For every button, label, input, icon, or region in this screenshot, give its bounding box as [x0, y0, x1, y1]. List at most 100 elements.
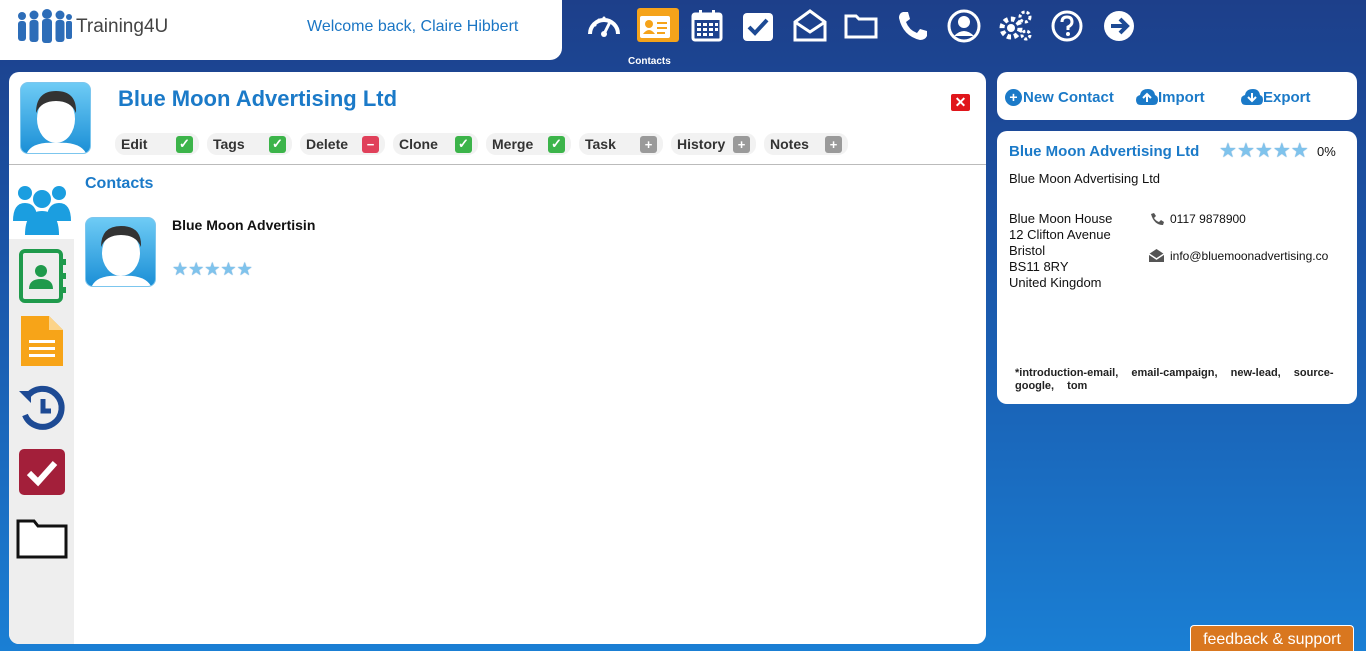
nav-logout[interactable] — [1093, 4, 1145, 48]
nav-contacts[interactable] — [630, 4, 682, 48]
clone-label: Clone — [399, 136, 438, 152]
mail-icon — [793, 9, 827, 42]
star-icon[interactable]: ★ — [1255, 141, 1273, 161]
page-title: Blue Moon Advertising Ltd — [118, 86, 398, 111]
star-icon[interactable]: ★ — [237, 260, 253, 278]
export-button[interactable]: Export — [1241, 89, 1311, 106]
app-logo[interactable]: Training4U — [14, 8, 168, 46]
delete-label: Delete — [306, 136, 349, 152]
star-icon[interactable]: ★ — [220, 260, 236, 278]
folder-icon — [16, 519, 67, 559]
company-avatar — [20, 82, 91, 154]
sidebar-item-history[interactable] — [13, 385, 70, 433]
delete-action[interactable]: Delete − — [300, 133, 385, 155]
check-icon: ✓ — [176, 135, 193, 153]
settings-icon — [999, 10, 1032, 41]
tags-action[interactable]: Tags ✓ — [207, 133, 292, 155]
history-label: History — [677, 136, 726, 152]
completion-percent: 0% — [1317, 144, 1336, 159]
contacts-icon — [640, 16, 671, 38]
import-button[interactable]: Import — [1136, 89, 1205, 106]
star-icon[interactable]: ★ — [188, 260, 204, 278]
export-label: Export — [1263, 89, 1311, 106]
close-button[interactable]: ✕ — [951, 94, 970, 111]
tag[interactable]: email-campaign, — [1131, 367, 1217, 379]
contact-name[interactable]: Blue Moon Advertisin — [172, 217, 324, 233]
sidebar-item-addressbook[interactable] — [13, 249, 70, 303]
app-name: Training4U — [76, 16, 169, 37]
top-nav — [578, 4, 1145, 48]
address-block: Blue Moon House 12 Clifton Avenue Bristo… — [1009, 211, 1112, 291]
contact-avatar — [85, 217, 156, 287]
cloud-download-icon — [1241, 89, 1263, 105]
import-label: Import — [1158, 89, 1205, 106]
divider — [9, 164, 986, 165]
cloud-upload-icon — [1136, 89, 1158, 105]
person-silhouette-icon — [26, 91, 86, 153]
address-line: BS11 8RY — [1009, 259, 1069, 274]
sidebar-item-contacts[interactable] — [9, 165, 74, 239]
nav-dashboard[interactable] — [578, 4, 630, 48]
nav-phone[interactable] — [887, 4, 939, 48]
tag[interactable]: new-lead, — [1231, 367, 1281, 379]
address-line: United Kingdom — [1009, 275, 1102, 290]
people-logo-icon — [18, 9, 72, 43]
header-logo-area: Training4U Welcome back, Claire Hibbert — [0, 0, 562, 60]
company-name: Blue Moon Advertising Ltd — [1009, 171, 1161, 186]
sidebar-item-files[interactable] — [13, 517, 70, 559]
user-icon — [947, 9, 981, 43]
star-icon[interactable]: ★ — [1237, 141, 1255, 161]
detail-title[interactable]: Blue Moon Advertising Ltd — [1009, 143, 1199, 160]
address-line: 12 Clifton Avenue — [1009, 227, 1111, 242]
plus-circle-icon: + — [1005, 89, 1022, 106]
tags-label: Tags — [213, 136, 245, 152]
email-row[interactable]: info@bluemoonadvertising.co — [1148, 249, 1353, 263]
email-address[interactable]: info@bluemoonadvertising.co — [1170, 249, 1328, 263]
history-icon — [18, 385, 65, 430]
star-icon[interactable]: ★ — [1291, 141, 1309, 161]
star-icon[interactable]: ★ — [204, 260, 220, 278]
star-icon[interactable]: ★ — [1219, 141, 1237, 161]
notes-action[interactable]: Notes + — [764, 133, 848, 155]
nav-help[interactable] — [1042, 4, 1094, 48]
phone-number[interactable]: 0117 9878900 — [1170, 212, 1246, 226]
nav-profile[interactable] — [939, 4, 991, 48]
tag[interactable]: *introduction-email, — [1015, 367, 1118, 379]
task-action[interactable]: Task + — [579, 133, 663, 155]
person-silhouette-icon — [91, 226, 151, 286]
sidebar-item-documents[interactable] — [13, 314, 70, 368]
contact-detail-panel: Blue Moon Advertising Ltd ★ ★ ★ ★ ★ 0% B… — [997, 131, 1357, 404]
phone-row[interactable]: 0117 9878900 — [1148, 212, 1246, 226]
check-icon: ✓ — [455, 135, 472, 153]
task-label: Task — [585, 136, 616, 152]
nav-tasks[interactable] — [733, 4, 785, 48]
tag-list: *introduction-email, email-campaign, new… — [1015, 367, 1345, 393]
phone-icon — [898, 12, 927, 40]
new-contact-button[interactable]: + New Contact — [1005, 89, 1114, 106]
contact-rating[interactable]: ★ ★ ★ ★ ★ — [172, 260, 253, 278]
plus-icon: + — [640, 135, 657, 153]
record-actions: Edit ✓ Tags ✓ Delete − Clone ✓ Merge ✓ Task + … — [115, 133, 856, 155]
tag[interactable]: tom — [1067, 380, 1087, 392]
detail-rating[interactable]: ★ ★ ★ ★ ★ — [1219, 141, 1309, 161]
merge-action[interactable]: Merge ✓ — [486, 133, 571, 155]
nav-settings[interactable] — [990, 4, 1042, 48]
history-action[interactable]: History + — [671, 133, 756, 155]
dashboard-icon — [587, 16, 620, 37]
clone-action[interactable]: Clone ✓ — [393, 133, 478, 155]
calendar-icon — [691, 10, 723, 42]
star-icon[interactable]: ★ — [172, 260, 188, 278]
minus-icon: − — [362, 135, 379, 153]
notes-label: Notes — [770, 136, 809, 152]
nav-calendar[interactable] — [681, 4, 733, 48]
phone-icon — [1151, 213, 1164, 225]
edit-action[interactable]: Edit ✓ — [115, 133, 199, 155]
contacts-heading: Contacts — [85, 175, 154, 192]
star-icon[interactable]: ★ — [1273, 141, 1291, 161]
sidebar-item-tasks[interactable] — [13, 449, 70, 495]
nav-files[interactable] — [836, 4, 888, 48]
feedback-button[interactable]: feedback & support — [1190, 625, 1354, 651]
nav-mail[interactable] — [784, 4, 836, 48]
logout-icon — [1103, 11, 1134, 41]
address-line: Blue Moon House — [1009, 211, 1113, 226]
